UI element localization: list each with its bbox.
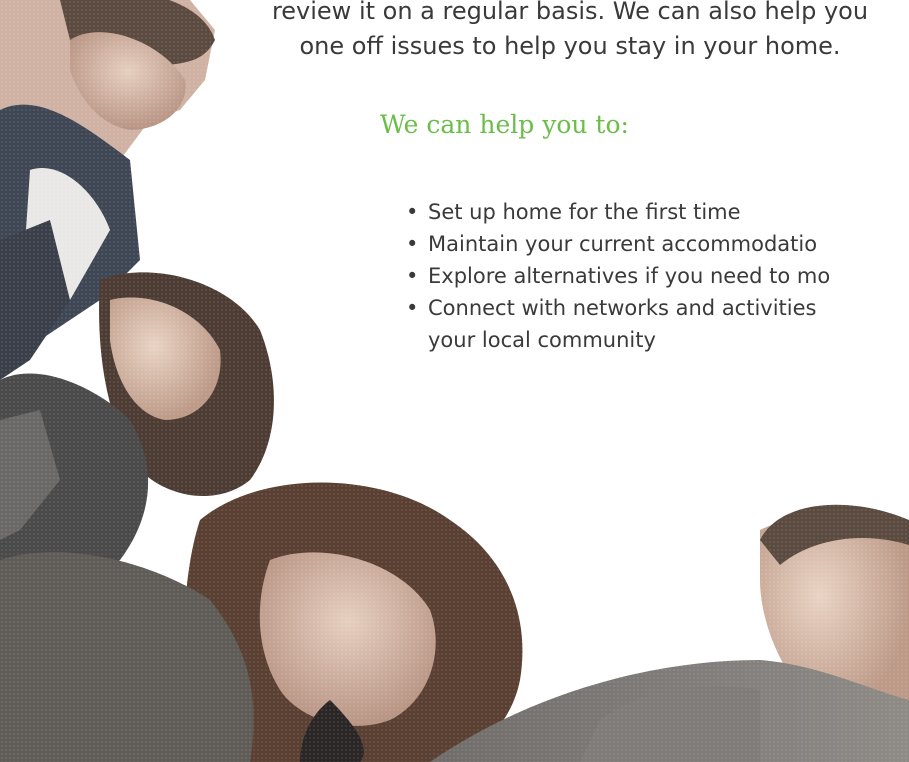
list-item-text: Explore alternatives if you need to mo bbox=[428, 264, 831, 288]
help-list: • Set up home for the first time • Maint… bbox=[406, 196, 830, 356]
intro-paragraph: review it on a regular basis. We can als… bbox=[200, 0, 909, 64]
bullet-icon: • bbox=[406, 200, 419, 224]
brochure-page: review it on a regular basis. We can als… bbox=[0, 0, 909, 762]
list-item: • Connect with networks and activities y… bbox=[406, 292, 830, 356]
intro-line-1: review it on a regular basis. We can als… bbox=[271, 0, 869, 25]
list-item: • Set up home for the first time bbox=[406, 196, 830, 228]
list-item-text: Set up home for the first time bbox=[428, 200, 741, 224]
intro-line-2: one off issues to help you stay in your … bbox=[299, 32, 841, 60]
list-item-text: Connect with networks and activities bbox=[428, 296, 817, 320]
bullet-icon: • bbox=[406, 232, 419, 256]
bullet-icon: • bbox=[406, 264, 419, 288]
list-item-continuation: your local community bbox=[428, 328, 656, 352]
list-item: • Explore alternatives if you need to mo bbox=[406, 260, 830, 292]
list-item-text: Maintain your current accommodatio bbox=[428, 232, 818, 256]
list-item: • Maintain your current accommodatio bbox=[406, 228, 830, 260]
help-heading: We can help you to: bbox=[380, 110, 629, 139]
bullet-icon: • bbox=[406, 296, 419, 320]
